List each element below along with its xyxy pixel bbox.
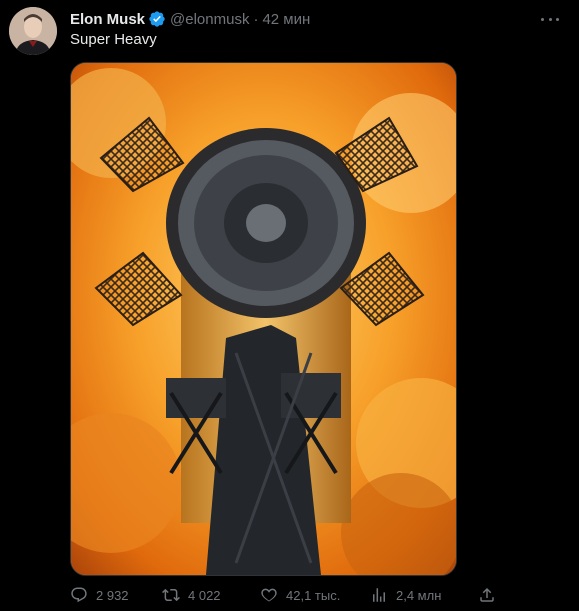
tweet-header: Elon Musk @elonmusk · 42 мин	[70, 9, 310, 29]
like-button[interactable]: 42,1 тыс.	[260, 586, 340, 604]
rocket-photo	[71, 63, 456, 575]
views-icon	[373, 588, 385, 602]
share-button[interactable]	[478, 586, 504, 604]
retweet-button[interactable]: 4 022	[162, 586, 221, 604]
avatar[interactable]	[9, 7, 57, 55]
like-count: 42,1 тыс.	[286, 587, 341, 603]
tweet-actions: 2 932 4 022 42,1 тыс. 2,4 млн	[70, 584, 500, 606]
more-options-icon[interactable]	[541, 10, 559, 28]
reply-icon	[71, 587, 87, 603]
separator-dot: ·	[253, 10, 259, 28]
retweet-icon	[162, 588, 180, 602]
views-count: 2,4 млн	[396, 587, 442, 603]
reply-button[interactable]: 2 932	[70, 586, 129, 604]
verified-badge-icon	[148, 10, 166, 28]
tweet[interactable]: Elon Musk @elonmusk · 42 мин Super Heavy	[0, 0, 579, 611]
retweet-count: 4 022	[188, 587, 221, 603]
avatar-portrait	[9, 7, 57, 55]
views-button[interactable]: 2,4 млн	[370, 586, 441, 604]
reply-count: 2 932	[96, 587, 129, 603]
tweet-media-image[interactable]	[70, 62, 457, 576]
author-name[interactable]: Elon Musk	[70, 11, 145, 28]
tweet-timestamp[interactable]: 42 мин	[262, 11, 310, 28]
author-handle[interactable]: @elonmusk	[170, 11, 249, 28]
tweet-text: Super Heavy	[70, 31, 157, 48]
like-icon	[261, 588, 277, 602]
share-icon	[480, 587, 494, 602]
